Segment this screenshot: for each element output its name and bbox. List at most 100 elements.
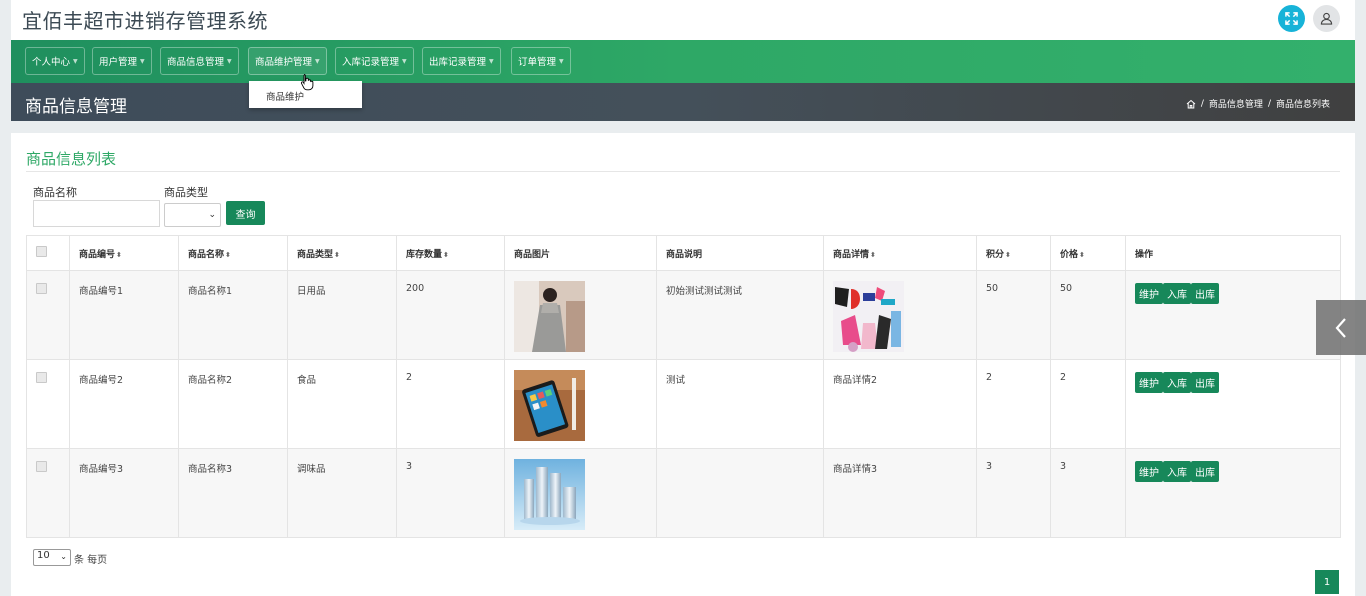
page-size-value: 10 [37, 550, 50, 561]
query-button[interactable]: 查询 [226, 201, 265, 225]
nav-outbound-records[interactable]: 出库记录管理 ▼ [422, 47, 501, 75]
row-select-cell [26, 359, 70, 449]
cell-image [504, 270, 657, 360]
page-header: 商品信息管理 / 商品信息管理 / 商品信息列表 [11, 83, 1355, 121]
column-header[interactable]: 商品编号⬍ [69, 235, 179, 271]
cell-code: 商品编号3 [69, 448, 179, 538]
cell-name: 商品名称3 [178, 448, 288, 538]
nav-label: 商品维护管理 [255, 57, 313, 68]
table-row: 商品编号1 商品名称1 日用品 200 初始测试测试测试 50 50 维护 入库… [26, 270, 1341, 360]
nav-label: 个人中心 [32, 57, 71, 68]
cell-code: 商品编号1 [69, 270, 179, 360]
hand-cursor-icon [300, 74, 314, 91]
nav-personal-center[interactable]: 个人中心 ▼ [25, 47, 85, 75]
breadcrumb-item[interactable]: 商品信息管理 [1209, 97, 1263, 110]
breadcrumb-separator: / [1200, 98, 1204, 109]
column-header-label: 商品图片 [514, 249, 551, 260]
cell-desc [656, 448, 824, 538]
outbound-button[interactable]: 出库 [1191, 283, 1219, 304]
inbound-button[interactable]: 入库 [1163, 461, 1191, 482]
cell-type: 日用品 [287, 270, 397, 360]
column-header[interactable]: 商品类型⬍ [287, 235, 397, 271]
product-image-bottles[interactable] [514, 459, 585, 530]
product-name-label: 商品名称 [33, 186, 77, 199]
column-header[interactable]: 库存数量⬍ [396, 235, 505, 271]
column-header-label: 商品名称 [188, 249, 225, 260]
product-name-input[interactable] [33, 200, 160, 227]
page-title: 商品信息管理 [25, 97, 127, 117]
table-row: 商品编号2 商品名称2 食品 2 测试 商品详情2 2 2 维护 入库 出库 [26, 359, 1341, 449]
nav-label: 出库记录管理 [429, 57, 487, 68]
caret-down-icon: ▼ [402, 57, 407, 65]
sort-icon: ⬍ [225, 250, 231, 259]
sort-icon: ⬍ [870, 250, 876, 259]
sort-icon: ⬍ [1005, 250, 1011, 259]
cell-stock: 2 [396, 359, 505, 449]
inbound-button[interactable]: 入库 [1163, 372, 1191, 393]
card-title: 商品信息列表 [26, 150, 117, 168]
app-title: 宜佰丰超市进销存管理系统 [22, 9, 268, 33]
outbound-button[interactable]: 出库 [1191, 372, 1219, 393]
cell-desc: 初始测试测试测试 [656, 270, 824, 360]
column-header-label: 操作 [1135, 249, 1154, 260]
column-header-label: 库存数量 [406, 249, 443, 260]
column-header-label: 积分 [986, 249, 1005, 260]
maintain-button[interactable]: 维护 [1135, 372, 1163, 393]
chevron-down-icon: ⌄ [60, 552, 67, 561]
cell-points: 50 [976, 270, 1051, 360]
cell-price: 2 [1050, 359, 1126, 449]
cell-type: 食品 [287, 359, 397, 449]
cell-points: 3 [976, 448, 1051, 538]
nav-product-maintenance-management[interactable]: 商品维护管理 ▼ [248, 47, 327, 75]
cell-points: 2 [976, 359, 1051, 449]
page-size-select[interactable]: 10 ⌄ [33, 549, 71, 566]
column-header: 商品图片 [504, 235, 657, 271]
select-all-checkbox[interactable] [36, 246, 47, 257]
column-header[interactable]: 商品名称⬍ [178, 235, 288, 271]
nav-inbound-records[interactable]: 入库记录管理 ▼ [335, 47, 414, 75]
table-row: 商品编号3 商品名称3 调味品 3 商品详情3 3 3 维护 入库 出库 [26, 448, 1341, 538]
cell-type: 调味品 [287, 448, 397, 538]
nav-user-management[interactable]: 用户管理 ▼ [92, 47, 152, 75]
user-button[interactable] [1313, 5, 1340, 32]
column-header: 操作 [1125, 235, 1341, 271]
column-header-label: 价格 [1060, 249, 1079, 260]
column-header[interactable]: 价格⬍ [1050, 235, 1126, 271]
column-header[interactable]: 积分⬍ [976, 235, 1051, 271]
row-checkbox[interactable] [36, 461, 47, 472]
page-number-button[interactable]: 1 [1315, 570, 1339, 594]
product-type-select[interactable]: ⌄ [164, 203, 221, 227]
maintain-button[interactable]: 维护 [1135, 283, 1163, 304]
side-panel-toggle[interactable] [1316, 300, 1366, 355]
nav-label: 商品信息管理 [167, 57, 225, 68]
breadcrumb-separator: / [1267, 98, 1271, 109]
product-image-dress[interactable] [514, 281, 585, 352]
product-image-tablet[interactable] [514, 370, 585, 441]
main-nav: 个人中心 ▼ 用户管理 ▼ 商品信息管理 ▼ 商品维护管理 ▼ 入库记录管理 ▼ 出库记录… [11, 40, 1355, 83]
nav-label: 用户管理 [99, 57, 138, 68]
sort-icon: ⬍ [334, 250, 340, 259]
expand-icon [1285, 12, 1298, 25]
cell-price: 3 [1050, 448, 1126, 538]
nav-product-info-management[interactable]: 商品信息管理 ▼ [160, 47, 239, 75]
row-checkbox[interactable] [36, 283, 47, 294]
fullscreen-button[interactable] [1278, 5, 1305, 32]
detail-image-shopping-poster[interactable] [833, 281, 904, 352]
divider [26, 171, 1340, 172]
column-header[interactable]: 商品详情⬍ [823, 235, 977, 271]
nav-order-management[interactable]: 订单管理 ▼ [511, 47, 571, 75]
cell-actions: 维护 入库 出库 [1125, 270, 1341, 360]
cell-image [504, 448, 657, 538]
inbound-button[interactable]: 入库 [1163, 283, 1191, 304]
caret-down-icon: ▼ [227, 57, 232, 65]
cell-price: 50 [1050, 270, 1126, 360]
row-checkbox[interactable] [36, 372, 47, 383]
outbound-button[interactable]: 出库 [1191, 461, 1219, 482]
chevron-left-icon [1335, 317, 1346, 338]
home-icon[interactable] [1186, 99, 1196, 109]
per-page-label: 条 每页 [74, 555, 108, 566]
caret-down-icon: ▼ [140, 57, 145, 65]
maintain-button[interactable]: 维护 [1135, 461, 1163, 482]
cell-name: 商品名称1 [178, 270, 288, 360]
cell-desc: 测试 [656, 359, 824, 449]
